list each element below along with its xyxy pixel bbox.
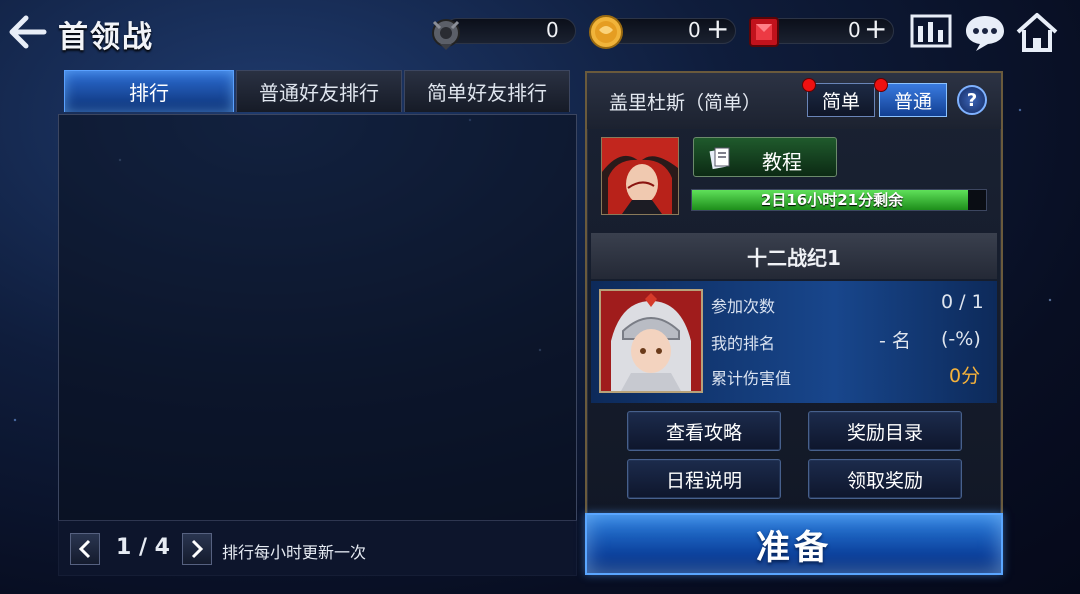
ranking-tabs: 排行 普通好友排行 简单好友排行 <box>64 70 572 112</box>
my-stats-area: 参加次数 0 / 1 我的排名 - 名 (-%) 累计伤害值 0分 <box>591 281 997 403</box>
season-title: 十二战纪1 <box>747 245 841 270</box>
home-button[interactable] <box>1014 10 1060 54</box>
red-gem-icon <box>744 12 784 52</box>
gold-coin-icon <box>586 12 626 52</box>
prev-page-button[interactable] <box>70 533 100 565</box>
help-button[interactable]: ? <box>957 85 987 115</box>
season-bar: 十二战纪1 <box>591 233 997 279</box>
ready-button[interactable]: 准备 <box>585 513 1003 575</box>
ranking-pager: 1 / 4 排行每小时更新一次 <box>58 520 577 576</box>
damage-label: 累计伤害值 <box>711 369 792 388</box>
emblem-icon <box>426 12 466 52</box>
view-guide-button[interactable]: 查看攻略 <box>627 411 781 451</box>
rank-label: 我的排名 <box>711 334 776 353</box>
add-gem-button[interactable]: + <box>864 14 887 44</box>
ranking-list-panel <box>58 114 577 576</box>
time-remaining-text: 2日16小时21分剩余 <box>760 191 904 209</box>
chevron-right-icon <box>191 539 204 559</box>
difficulty-easy-label: 简单 <box>821 90 860 113</box>
damage-value: 0分 <box>949 365 981 387</box>
add-gold-button[interactable]: + <box>706 14 729 44</box>
participation-value: 0 / 1 <box>941 291 984 313</box>
chat-button[interactable] <box>962 10 1008 54</box>
card-icon <box>709 147 730 170</box>
chevron-left-icon <box>78 539 91 559</box>
boss-avatar-icon <box>602 138 678 214</box>
back-arrow-icon <box>9 15 47 49</box>
difficulty-normal-label: 普通 <box>893 90 932 113</box>
home-icon <box>1016 13 1058 52</box>
ranking-board-button[interactable] <box>908 10 954 54</box>
boss-header: 盖里杜斯（简单） 简单 普通 ? <box>587 73 1001 129</box>
tab-easy-friend-ranking[interactable]: 简单好友排行 <box>404 70 570 112</box>
chat-bubble-icon <box>966 16 1004 51</box>
time-remaining-bar: 2日16小时21分剩余 <box>691 189 987 211</box>
back-button[interactable] <box>6 12 48 52</box>
currency-value: 0 <box>848 18 861 42</box>
boss-portrait <box>601 137 679 215</box>
participation-label: 参加次数 <box>711 297 776 316</box>
gem-currency: 0 + <box>744 14 894 48</box>
tab-ranking[interactable]: 排行 <box>64 70 234 112</box>
tutorial-label: 教程 <box>762 150 802 174</box>
page-title: 首领战 <box>58 20 154 55</box>
schedule-info-button[interactable]: 日程说明 <box>627 459 781 499</box>
claim-reward-button[interactable]: 领取奖励 <box>808 459 962 499</box>
board-icon <box>910 14 952 48</box>
emblem-currency: 0 <box>426 14 576 50</box>
notification-dot <box>874 78 888 92</box>
hero-avatar-icon <box>601 291 701 391</box>
difficulty-easy-button[interactable]: 简单 <box>802 78 875 117</box>
currency-value: 0 <box>546 18 559 42</box>
update-note: 排行每小时更新一次 <box>222 543 367 562</box>
rank-value: - 名 <box>879 330 911 352</box>
notification-dot <box>802 78 816 92</box>
tutorial-button[interactable]: 教程 <box>693 137 837 177</box>
difficulty-normal-button[interactable]: 普通 <box>874 78 947 117</box>
next-page-button[interactable] <box>182 533 212 565</box>
rank-percent: (-%) <box>941 328 981 350</box>
top-bar: 首领战 0 0 + 0 + <box>0 0 1080 64</box>
hero-portrait <box>599 289 703 393</box>
reward-list-button[interactable]: 奖励目录 <box>808 411 962 451</box>
currency-value: 0 <box>688 18 701 42</box>
boss-info-panel: 盖里杜斯（简单） 简单 普通 ? 教程 2日16小时21分剩余 十二战纪1 参加… <box>585 71 1003 523</box>
tab-normal-friend-ranking[interactable]: 普通好友排行 <box>236 70 402 112</box>
gold-currency: 0 + <box>586 14 736 49</box>
page-indicator: 1 / 4 <box>116 535 170 560</box>
boss-name: 盖里杜斯（简单） <box>609 92 762 114</box>
